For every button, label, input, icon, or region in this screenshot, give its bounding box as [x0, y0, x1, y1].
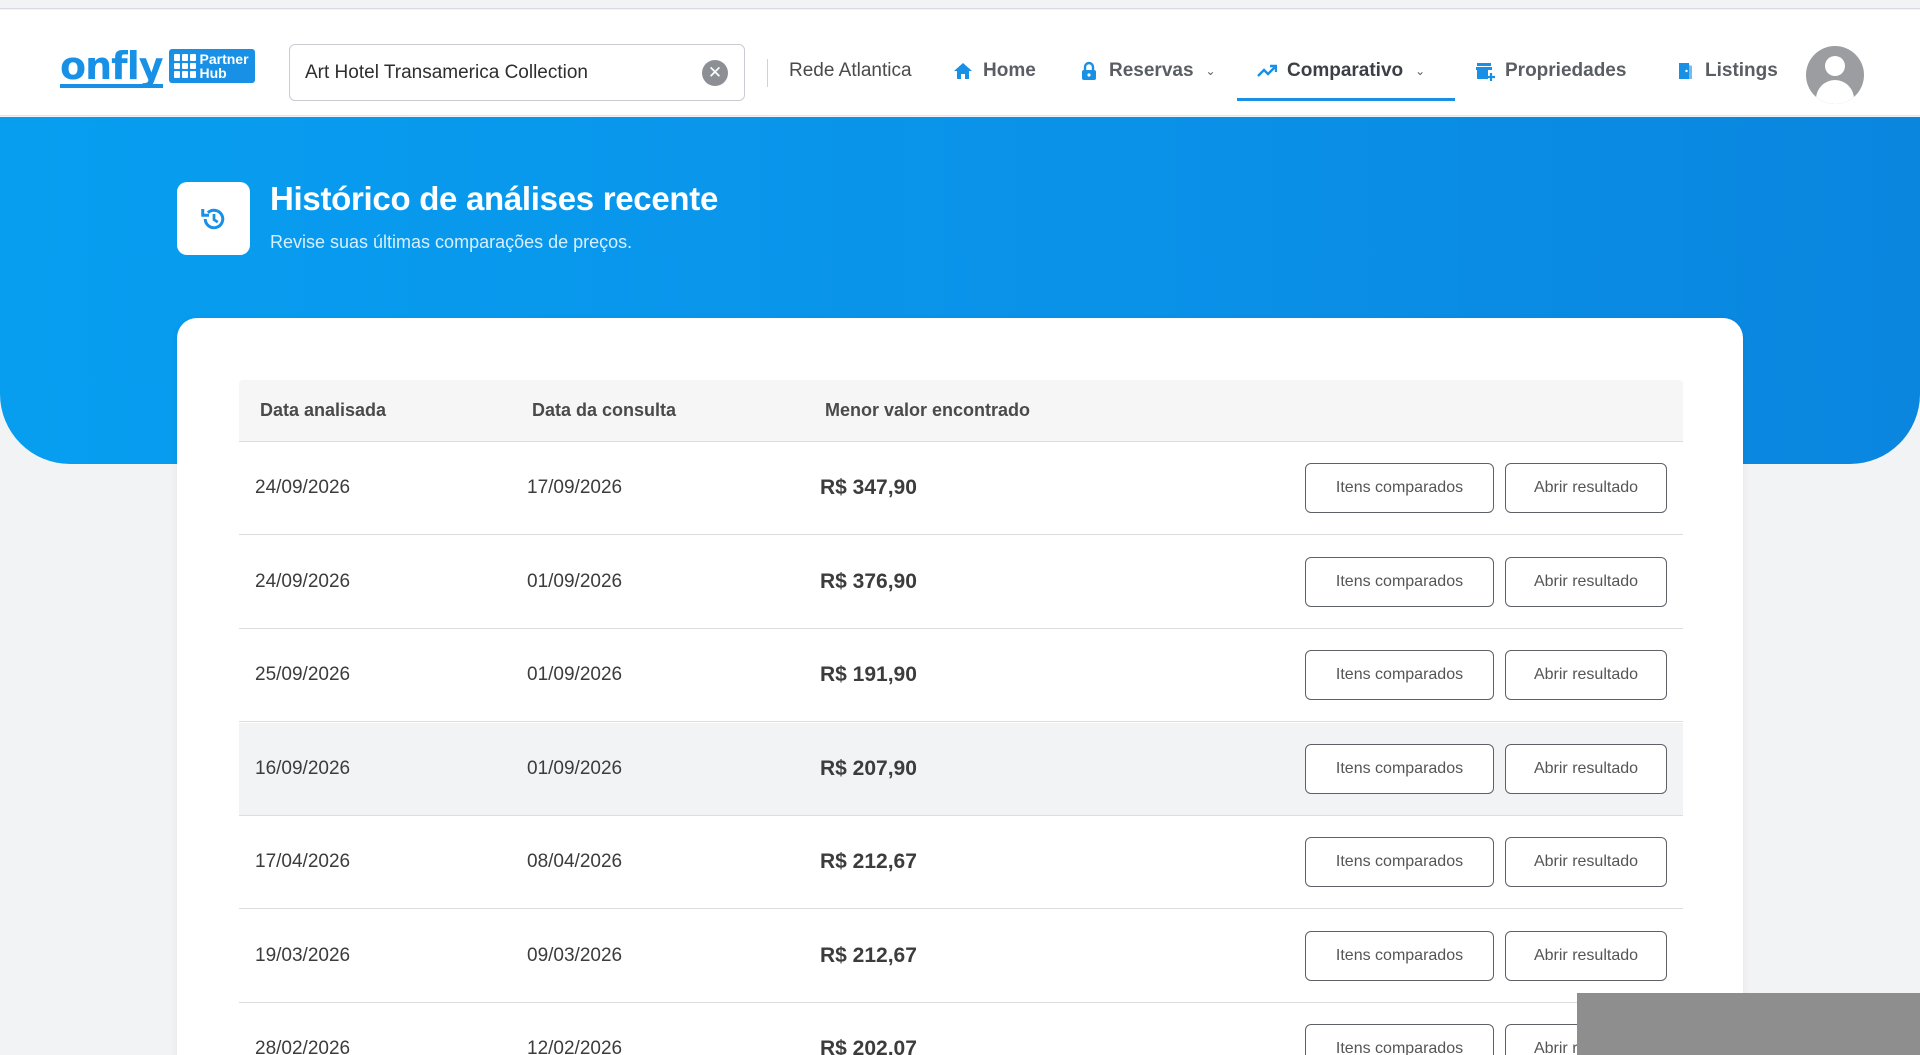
store-add-icon: [1476, 63, 1495, 81]
page-subtitle: Revise suas últimas comparações de preço…: [270, 232, 633, 252]
query-date: 01/09/2026: [527, 664, 623, 685]
clear-search-icon[interactable]: ✕: [702, 60, 728, 86]
table-row: 24/09/2026 17/09/2026 R$ 347,90 Itens compa…: [239, 442, 1683, 535]
nav-propriedades[interactable]: Propriedades: [1475, 60, 1626, 82]
col-header-query-date: Data da consulta: [532, 400, 677, 420]
nav-propriedades-label: Propriedades: [1505, 60, 1627, 81]
window-top-border: [0, 0, 1920, 9]
nav-reservas-label: Reservas: [1109, 60, 1194, 81]
screen-overlay: [1577, 993, 1920, 1055]
open-result-button[interactable]: Abrir resultado: [1505, 650, 1667, 700]
analyzed-date: 16/09/2026: [255, 757, 351, 779]
analyzed-date: 25/09/2026: [255, 664, 351, 685]
header-divider: [767, 59, 768, 87]
min-value: R$ 212,67: [820, 943, 917, 967]
table-row: 24/09/2026 01/09/2026 R$ 376,90 Itens compa…: [239, 535, 1683, 629]
trending-up-icon: [1257, 64, 1277, 77]
analyzed-date: 24/09/2026: [255, 477, 351, 498]
min-value: R$ 347,90: [820, 476, 917, 499]
compared-items-button[interactable]: Itens comparados: [1305, 743, 1494, 794]
query-date: 12/02/2026: [527, 1038, 623, 1055]
badge-line-partner: Partner: [199, 51, 249, 67]
history-icon: [177, 182, 250, 255]
min-value: R$ 376,90: [820, 569, 917, 593]
building-icon: [173, 54, 196, 78]
query-date: 08/04/2026: [527, 851, 623, 872]
col-header-analyzed-date: Data analisada: [260, 400, 387, 420]
compared-items-button[interactable]: Itens comparados: [1305, 837, 1494, 887]
min-value: R$ 191,90: [820, 663, 917, 686]
hotel-network-label: Rede Atlantica: [789, 60, 912, 81]
min-value: R$ 207,90: [820, 756, 917, 780]
nav-listings-label: Listings: [1705, 60, 1778, 81]
table-row: 16/09/2026 01/09/2026 R$ 207,90 Itens compa…: [239, 722, 1683, 816]
lock-icon: [1082, 61, 1096, 80]
open-result-button[interactable]: Abrir resultado: [1505, 556, 1667, 607]
min-value: R$ 212,67: [820, 850, 917, 873]
compared-items-button[interactable]: Itens comparados: [1305, 650, 1494, 700]
compared-items-button[interactable]: Itens comparados: [1305, 930, 1494, 981]
compared-items-button[interactable]: Itens comparados: [1305, 463, 1494, 513]
nav-comparativo[interactable]: Comparativo ⌄: [1257, 60, 1425, 82]
top-navbar: onfly Partner Hub Art Hotel Transamerica…: [0, 10, 1920, 116]
open-result-button[interactable]: Abrir resultado: [1505, 837, 1667, 887]
query-date: 17/09/2026: [527, 477, 623, 498]
user-avatar[interactable]: [1806, 46, 1864, 104]
min-value: R$ 202,07: [820, 1037, 917, 1055]
table-row: 28/02/2026 12/02/2026 R$ 202,07 Itens compa…: [239, 1003, 1683, 1055]
partner-hub-badge: Partner Hub: [168, 49, 255, 83]
chevron-down-icon: ⌄: [1205, 64, 1216, 78]
table-header: Data analisada Data da consulta Menor va…: [239, 380, 1683, 442]
table-row: 25/09/2026 01/09/2026 R$ 191,90 Itens compa…: [239, 629, 1683, 722]
page-title: Histórico de análises recente: [270, 180, 718, 217]
onfly-partner-hub-logo[interactable]: onfly Partner Hub: [60, 44, 255, 88]
open-result-button[interactable]: Abrir resultado: [1505, 930, 1667, 981]
search-value: Art Hotel Transamerica Collection: [305, 61, 588, 83]
badge-line-hub: Hub: [199, 65, 227, 81]
query-date: 01/09/2026: [527, 757, 623, 779]
open-result-button[interactable]: Abrir resultado: [1505, 463, 1667, 513]
door-icon: [1679, 63, 1692, 79]
query-date: 09/03/2026: [527, 944, 623, 966]
nav-home[interactable]: Home: [953, 60, 1036, 82]
nav-listings[interactable]: Listings: [1675, 60, 1778, 82]
open-result-button[interactable]: Abrir resultado: [1505, 743, 1667, 794]
compared-items-button[interactable]: Itens comparados: [1305, 556, 1494, 607]
hotel-search-input[interactable]: Art Hotel Transamerica Collection ✕: [289, 44, 745, 101]
nav-comparativo-label: Comparativo: [1287, 60, 1404, 81]
table-row: 17/04/2026 08/04/2026 R$ 212,67 Itens compa…: [239, 816, 1683, 909]
compared-items-button[interactable]: Itens comparados: [1305, 1024, 1494, 1055]
analyzed-date: 17/04/2026: [255, 851, 351, 872]
table-row: 19/03/2026 09/03/2026 R$ 212,67 Itens compa…: [239, 909, 1683, 1003]
nav-home-label: Home: [983, 60, 1036, 81]
analyzed-date: 28/02/2026: [255, 1038, 351, 1055]
col-header-min-value: Menor valor encontrado: [825, 400, 1031, 420]
active-tab-indicator: [1237, 98, 1455, 101]
history-table-card: Data analisada Data da consulta Menor va…: [177, 318, 1743, 1055]
nav-reservas[interactable]: Reservas ⌄: [1079, 60, 1216, 82]
analyzed-date: 24/09/2026: [255, 570, 351, 592]
query-date: 01/09/2026: [527, 570, 623, 592]
home-icon: [954, 63, 972, 79]
chevron-down-icon: ⌄: [1415, 64, 1426, 78]
logo-wordmark: onfly: [60, 44, 163, 88]
analyzed-date: 19/03/2026: [255, 944, 351, 966]
